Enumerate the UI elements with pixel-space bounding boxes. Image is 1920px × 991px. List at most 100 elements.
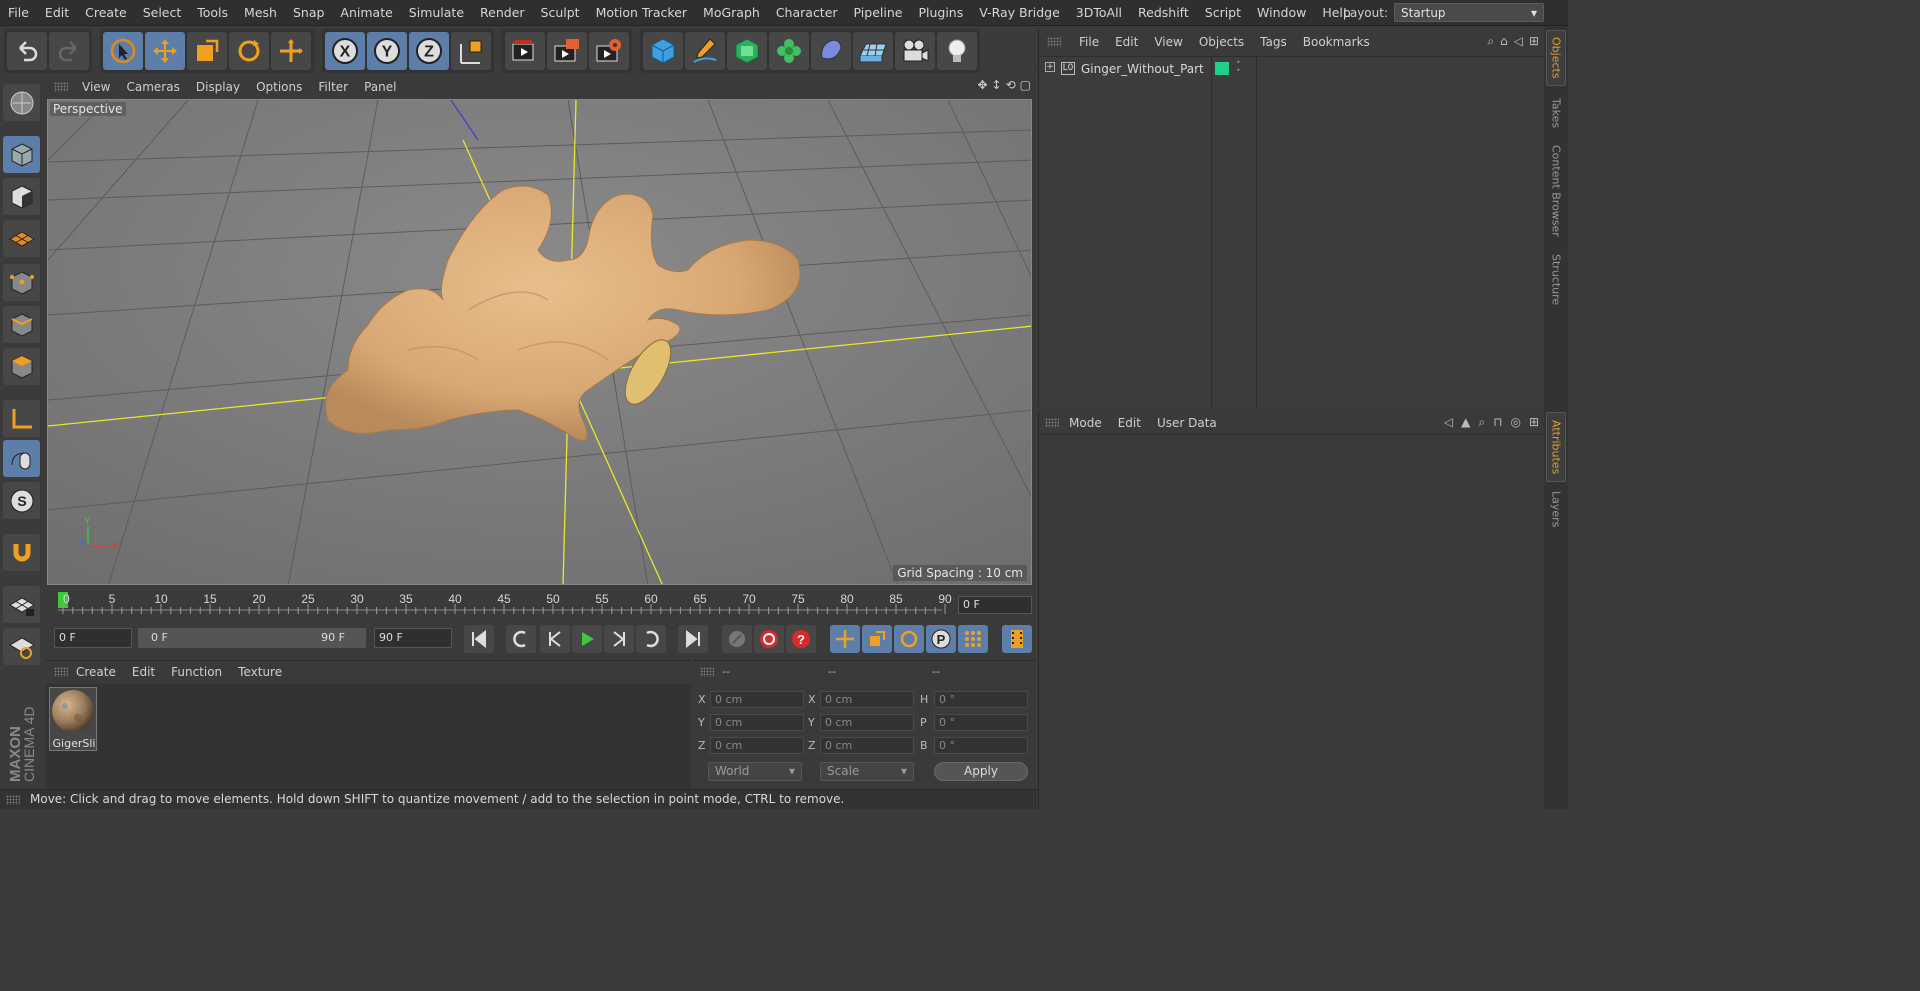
viewport-menu-cameras[interactable]: Cameras (118, 80, 187, 94)
next-key-button[interactable] (636, 625, 666, 653)
menu-window[interactable]: Window (1249, 5, 1314, 20)
up-arrow-icon[interactable]: ▲ (1461, 415, 1470, 430)
menu-mesh[interactable]: Mesh (236, 5, 285, 20)
menu-simulate[interactable]: Simulate (401, 5, 472, 20)
preview-range-slider[interactable]: 0 F 90 F (138, 628, 366, 648)
attribute-menu-user-data[interactable]: User Data (1149, 416, 1225, 430)
autokeying-button[interactable]: ? (786, 625, 816, 653)
rotate-button[interactable] (229, 31, 269, 70)
attribute-menu-edit[interactable]: Edit (1110, 416, 1149, 430)
rot-p-field[interactable]: 0 ° (934, 714, 1028, 731)
orbit-icon[interactable]: ⟲ (1006, 78, 1016, 92)
material-menu-edit[interactable]: Edit (124, 665, 163, 679)
previous-frame-button[interactable] (540, 625, 570, 653)
render-view-button[interactable] (505, 31, 545, 70)
menu-redshift[interactable]: Redshift (1130, 5, 1197, 20)
menu-sculpt[interactable]: Sculpt (533, 5, 588, 20)
tab-objects[interactable]: Objects (1546, 30, 1566, 86)
search-icon[interactable]: ⌕ (1487, 34, 1494, 49)
render-settings-button[interactable] (589, 31, 629, 70)
new-panel-icon[interactable]: ⊞ (1529, 415, 1539, 430)
y-axis-button[interactable]: Y (367, 31, 407, 70)
tab-takes[interactable]: Takes (1546, 90, 1566, 136)
redo-button[interactable] (49, 31, 89, 70)
menu-character[interactable]: Character (768, 5, 846, 20)
material-swatch[interactable]: GigerSli (49, 687, 97, 751)
workplane-mode-button[interactable] (3, 220, 40, 257)
polygons-mode-button[interactable] (3, 348, 40, 385)
viewport-menu-view[interactable]: View (74, 80, 118, 94)
lock-icon[interactable]: ⊓ (1493, 415, 1502, 430)
deformer-button[interactable] (811, 31, 851, 70)
coordinate-mode-dropdown[interactable]: World ▾ (708, 762, 802, 781)
rot-h-field[interactable]: 0 ° (934, 691, 1028, 708)
enable-workplane-button[interactable] (3, 586, 40, 623)
record-active-objects-button[interactable] (754, 625, 784, 653)
expand-icon[interactable]: + (1045, 62, 1055, 72)
grip-handle[interactable] (54, 82, 68, 92)
size-mode-dropdown[interactable]: Scale ▾ (820, 762, 914, 781)
timeline-window-button[interactable] (1002, 625, 1032, 653)
light-button[interactable] (937, 31, 977, 70)
play-button[interactable] (572, 625, 602, 653)
texture-mode-button[interactable] (3, 178, 40, 215)
x-axis-button[interactable]: X (325, 31, 365, 70)
viewport-menu-display[interactable]: Display (188, 80, 248, 94)
maximize-icon[interactable]: ▢ (1020, 78, 1031, 92)
grip-handle[interactable] (1045, 418, 1059, 428)
cloner-button[interactable] (769, 31, 809, 70)
make-editable-button[interactable] (3, 84, 40, 121)
coordinate-system-button[interactable] (451, 31, 491, 70)
viewport-menu-panel[interactable]: Panel (356, 80, 404, 94)
viewport-menu-filter[interactable]: Filter (310, 80, 356, 94)
pan-icon[interactable]: ✥ (977, 78, 987, 92)
size-y-field[interactable]: 0 cm (820, 714, 914, 731)
viewport-menu-options[interactable]: Options (248, 80, 310, 94)
picture-viewer-button[interactable] (547, 31, 587, 70)
menu-animate[interactable]: Animate (332, 5, 400, 20)
grip-handle[interactable] (6, 795, 20, 805)
previous-key-button[interactable] (506, 625, 536, 653)
tab-attributes[interactable]: Attributes (1546, 412, 1566, 482)
undo-button[interactable] (7, 31, 47, 70)
current-frame-field[interactable]: 0 F (958, 596, 1032, 614)
tab-structure[interactable]: Structure (1546, 248, 1566, 312)
back-icon[interactable]: ◁ (1514, 34, 1523, 49)
menu-script[interactable]: Script (1197, 5, 1249, 20)
menu-create[interactable]: Create (77, 5, 135, 20)
scale-button[interactable] (187, 31, 227, 70)
max-frame-field[interactable]: 90 F (374, 628, 452, 648)
menu-pipeline[interactable]: Pipeline (846, 5, 911, 20)
object-menu-bookmarks[interactable]: Bookmarks (1295, 35, 1378, 49)
rot-b-field[interactable]: 0 ° (934, 737, 1028, 754)
key-position-button[interactable] (830, 625, 860, 653)
locked-workplane-button[interactable] (3, 628, 40, 665)
menu-tools[interactable]: Tools (189, 5, 236, 20)
tab-content-browser[interactable]: Content Browser (1546, 140, 1566, 242)
key-rotation-button[interactable] (894, 625, 924, 653)
key-parameter-button[interactable]: P (926, 625, 956, 653)
snap-button[interactable] (3, 534, 40, 571)
new-panel-icon[interactable]: ⊞ (1529, 34, 1539, 49)
transform-button[interactable] (271, 31, 311, 70)
pos-y-field[interactable]: 0 cm (710, 714, 804, 731)
search-icon[interactable]: ⌕ (1478, 415, 1485, 430)
axis-mode-button[interactable] (3, 400, 40, 437)
layout-dropdown[interactable]: Startup ▾ (1394, 3, 1544, 22)
attribute-menu-mode[interactable]: Mode (1061, 416, 1110, 430)
material-menu-create[interactable]: Create (68, 665, 124, 679)
menu-snap[interactable]: Snap (285, 5, 332, 20)
pos-z-field[interactable]: 0 cm (710, 737, 804, 754)
go-to-end-button[interactable] (678, 625, 708, 653)
grip-handle[interactable] (54, 667, 68, 677)
home-icon[interactable]: ⌂ (1500, 34, 1508, 49)
menu-plugins[interactable]: Plugins (910, 5, 971, 20)
perspective-viewport[interactable]: Y X Perspective Grid Spacing : 10 cm (47, 99, 1032, 585)
menu-edit[interactable]: Edit (37, 5, 77, 20)
object-menu-view[interactable]: View (1146, 35, 1190, 49)
record-disabled-button[interactable] (722, 625, 752, 653)
size-x-field[interactable]: 0 cm (820, 691, 914, 708)
move-button[interactable] (145, 31, 185, 70)
cube-object-button[interactable] (643, 31, 683, 70)
menu-vray-bridge[interactable]: V-Ray Bridge (971, 5, 1068, 20)
